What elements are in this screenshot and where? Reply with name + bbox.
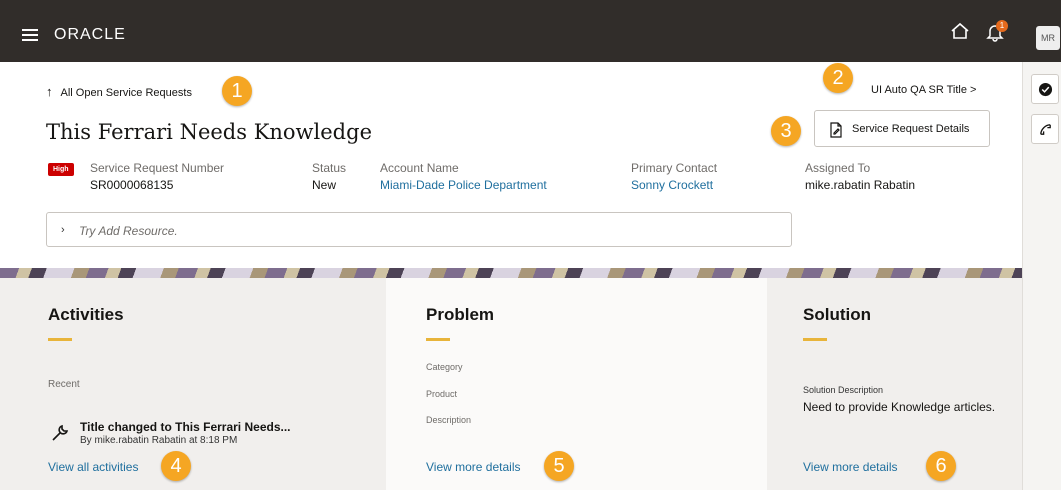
contact-link[interactable]: Sonny Crockett bbox=[631, 178, 717, 192]
hamburger-icon[interactable] bbox=[22, 29, 38, 41]
status-label: Status bbox=[312, 161, 347, 175]
problem-accent bbox=[426, 338, 450, 341]
sr-number-label: Service Request Number bbox=[90, 161, 225, 175]
solution-view-more-link[interactable]: View more details bbox=[803, 460, 898, 474]
status-field: Status New bbox=[312, 161, 346, 192]
document-edit-icon bbox=[830, 122, 842, 138]
phone-button[interactable] bbox=[1031, 114, 1059, 144]
solution-description-label: Solution Description bbox=[803, 385, 884, 395]
back-link-label: All Open Service Requests bbox=[60, 87, 192, 99]
avatar[interactable]: MR bbox=[1036, 26, 1060, 50]
assigned-label: Assigned To bbox=[805, 161, 871, 175]
solution-accent bbox=[803, 338, 827, 341]
up-arrow-icon: ↑ bbox=[46, 84, 53, 99]
back-link[interactable]: ↑ All Open Service Requests bbox=[46, 84, 192, 99]
service-request-details-label: Service Request Details bbox=[852, 123, 970, 135]
assigned-field: Assigned To mike.rabatin Rabatin bbox=[805, 161, 915, 192]
service-request-details-button[interactable]: Service Request Details bbox=[814, 110, 990, 147]
contact-label: Primary Contact bbox=[631, 161, 718, 175]
solution-panel: Solution Solution Description Need to pr… bbox=[767, 278, 1022, 490]
add-resource-placeholder: Try Add Resource. bbox=[79, 224, 178, 238]
chevron-right-icon: › bbox=[61, 224, 65, 236]
decorative-band bbox=[0, 268, 1022, 278]
solution-title: Solution bbox=[803, 305, 871, 324]
notification-badge: 1 bbox=[996, 20, 1008, 32]
problem-view-more-link[interactable]: View more details bbox=[426, 460, 521, 474]
contact-field: Primary Contact Sonny Crockett bbox=[631, 161, 717, 192]
callout-5: 5 bbox=[544, 451, 574, 481]
callout-6: 6 bbox=[926, 451, 956, 481]
recent-label: Recent bbox=[48, 379, 80, 390]
solution-description-value: Need to provide Knowledge articles. bbox=[803, 400, 996, 414]
check-circle-icon bbox=[1038, 82, 1053, 97]
activity-subtitle: By mike.rabatin Rabatin at 8:18 PM bbox=[80, 435, 238, 446]
add-resource-input[interactable]: › Try Add Resource. bbox=[46, 212, 792, 247]
right-rail bbox=[1022, 62, 1061, 490]
global-header: ORACLE 1 MR bbox=[0, 0, 1061, 62]
account-link[interactable]: Miami-Dade Police Department bbox=[380, 178, 547, 192]
category-label: Category bbox=[426, 362, 463, 372]
activities-accent bbox=[48, 338, 72, 341]
next-record-link[interactable]: UI Auto QA SR Title > bbox=[871, 84, 976, 96]
account-field: Account Name Miami-Dade Police Departmen… bbox=[380, 161, 547, 192]
home-icon[interactable] bbox=[950, 22, 970, 40]
oracle-logo: ORACLE bbox=[54, 26, 126, 43]
view-all-activities-link[interactable]: View all activities bbox=[48, 460, 138, 474]
phone-icon bbox=[1040, 124, 1051, 135]
callout-3: 3 bbox=[771, 116, 801, 146]
activities-title: Activities bbox=[48, 305, 124, 324]
wrench-icon bbox=[52, 424, 69, 441]
page-title: This Ferrari Needs Knowledge bbox=[46, 120, 372, 144]
problem-title: Problem bbox=[426, 305, 495, 324]
priority-badge: High bbox=[48, 163, 74, 176]
activities-panel: Activities Recent Title changed to This … bbox=[0, 278, 386, 490]
check-circle-button[interactable] bbox=[1031, 74, 1059, 104]
problem-panel: Problem Category Product Description Vie… bbox=[386, 278, 767, 490]
assigned-value: mike.rabatin Rabatin bbox=[805, 178, 916, 192]
sr-number-field: Service Request Number SR0000068135 bbox=[90, 161, 224, 192]
activity-title[interactable]: Title changed to This Ferrari Needs... bbox=[80, 420, 291, 434]
status-value: New bbox=[312, 178, 337, 192]
callout-4: 4 bbox=[161, 451, 191, 481]
description-label: Description bbox=[426, 415, 472, 425]
callout-1: 1 bbox=[222, 76, 252, 106]
callout-2: 2 bbox=[823, 63, 853, 93]
sr-number-value: SR0000068135 bbox=[90, 178, 174, 192]
product-label: Product bbox=[426, 389, 458, 399]
account-label: Account Name bbox=[380, 161, 459, 175]
